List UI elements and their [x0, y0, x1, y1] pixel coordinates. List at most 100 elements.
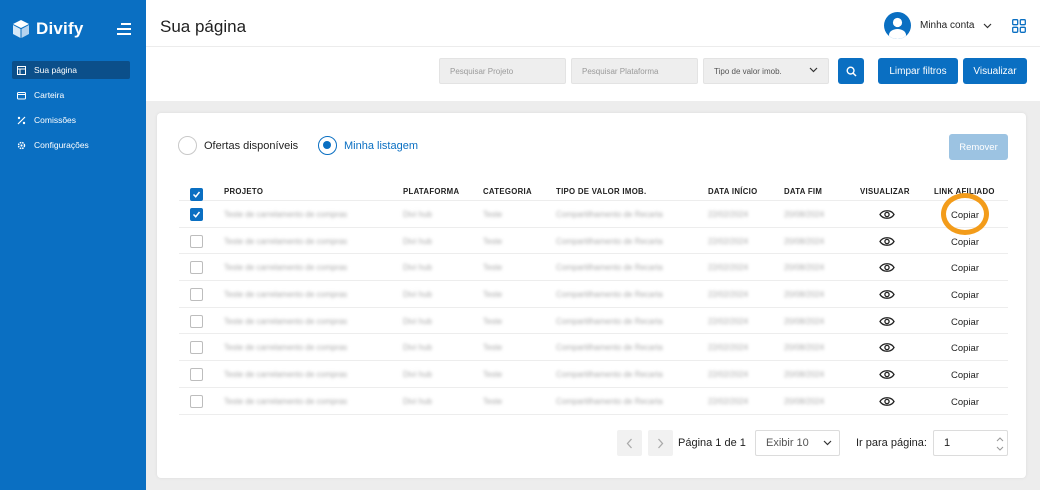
- copy-link-button[interactable]: Copiar: [951, 237, 979, 248]
- apps-grid-icon[interactable]: [1012, 19, 1026, 33]
- row-checkbox[interactable]: [190, 394, 203, 408]
- col-plataforma: PLATAFORMA: [403, 187, 460, 196]
- radio-label: Ofertas disponíveis: [204, 139, 299, 152]
- sidebar: Divify Sua página Carteira Comissões Con…: [0, 0, 146, 490]
- row-checkbox[interactable]: [190, 314, 203, 328]
- cell-categoria: Teste: [483, 343, 503, 353]
- gear-icon: [17, 141, 26, 150]
- clear-filters-button[interactable]: Limpar filtros: [878, 58, 958, 84]
- col-data-fim: DATA FIM: [784, 187, 823, 196]
- radio-available-offers[interactable]: Ofertas disponíveis: [178, 136, 298, 155]
- stepper-arrows-icon[interactable]: [996, 435, 1004, 453]
- cell-data-fim: 20/08/2024: [784, 236, 825, 246]
- copy-link-button[interactable]: Copiar: [951, 370, 979, 381]
- next-page-button[interactable]: [648, 430, 673, 456]
- table-row: Teste de carrelamento de compras Divi hub…: [179, 228, 1008, 255]
- cell-data-inicio: 22/02/2024: [708, 396, 749, 406]
- copy-link-button[interactable]: Copiar: [951, 263, 979, 274]
- cell-plataforma: Divi hub: [403, 370, 432, 380]
- cell-data-inicio: 22/02/2024: [708, 210, 749, 219]
- cell-projeto: Teste de carrelamento de compras: [224, 316, 348, 326]
- cell-plataforma: Divi hub: [403, 343, 432, 353]
- eye-icon[interactable]: [879, 209, 895, 220]
- table-row: Teste de carrelamento de compras Divi hub…: [179, 281, 1008, 308]
- cell-data-fim: 20/08/2024: [784, 290, 825, 300]
- sidebar-item-label: Sua página: [34, 65, 78, 75]
- filter-bar: Tipo de valor imob. Limpar filtros Visua…: [146, 47, 1040, 101]
- copy-link-button[interactable]: Copiar: [951, 317, 979, 328]
- cell-categoria: Teste: [483, 210, 503, 219]
- goto-page-input[interactable]: 1: [933, 430, 1008, 456]
- cell-categoria: Teste: [483, 370, 503, 380]
- cell-projeto: Teste de carrelamento de compras: [224, 290, 348, 300]
- sidebar-item-carteira[interactable]: Carteira: [12, 86, 130, 104]
- view-button[interactable]: Visualizar: [963, 58, 1027, 84]
- sidebar-item-sua-pagina[interactable]: Sua página: [12, 61, 130, 79]
- copy-link-button[interactable]: Copiar: [951, 343, 979, 354]
- cell-data-inicio: 22/02/2024: [708, 236, 749, 246]
- copy-link-button[interactable]: Copiar: [951, 210, 979, 221]
- cell-projeto: Teste de carrelamento de compras: [224, 236, 348, 246]
- menu-toggle-icon[interactable]: [117, 23, 131, 35]
- cell-tipo: Compartilhamento de Recarta: [556, 210, 663, 219]
- radio-label: Minha listagem: [344, 139, 418, 152]
- cell-data-fim: 20/08/2024: [784, 370, 825, 380]
- cell-data-fim: 20/08/2024: [784, 210, 825, 219]
- prev-page-button[interactable]: [617, 430, 642, 456]
- cell-categoria: Teste: [483, 396, 503, 406]
- eye-icon[interactable]: [879, 369, 895, 380]
- row-checkbox[interactable]: [190, 288, 203, 302]
- cell-data-inicio: 22/02/2024: [708, 263, 749, 273]
- row-checkbox[interactable]: [190, 341, 203, 355]
- search-project-input[interactable]: [439, 58, 566, 84]
- row-checkbox[interactable]: [190, 261, 203, 275]
- cell-projeto: Teste de carrelamento de compras: [224, 263, 348, 273]
- table-row: Teste de carrelamento de compras Divi hub…: [179, 308, 1008, 335]
- sidebar-item-label: Carteira: [34, 90, 65, 100]
- copy-link-button[interactable]: Copiar: [951, 290, 979, 301]
- value-type-label: Tipo de valor imob.: [714, 66, 782, 76]
- cell-projeto: Teste de carrelamento de compras: [224, 343, 348, 353]
- col-categoria: CATEGORIA: [483, 187, 532, 196]
- logo[interactable]: Divify: [12, 19, 84, 39]
- per-page-select[interactable]: Exibir 10: [755, 430, 840, 456]
- listing-table: PROJETO PLATAFORMA CATEGORIA TIPO DE VAL…: [179, 181, 1008, 415]
- eye-icon[interactable]: [879, 342, 895, 353]
- eye-icon[interactable]: [879, 316, 895, 327]
- row-checkbox[interactable]: [190, 234, 203, 248]
- cell-data-inicio: 22/02/2024: [708, 316, 749, 326]
- percent-icon: [17, 116, 26, 125]
- cell-plataforma: Divi hub: [403, 236, 432, 246]
- cell-tipo: Compartilhamento de Recarta: [556, 290, 663, 300]
- dashboard-icon: [17, 65, 26, 75]
- avatar: [884, 12, 911, 39]
- logo-cube-icon: [13, 20, 29, 38]
- eye-icon[interactable]: [879, 262, 895, 273]
- col-visualizar: VISUALIZAR: [860, 187, 910, 196]
- account-menu[interactable]: Minha conta: [884, 12, 992, 39]
- cell-data-fim: 20/08/2024: [784, 343, 825, 353]
- chevron-down-icon: [809, 67, 818, 73]
- eye-icon[interactable]: [879, 236, 895, 247]
- eye-icon[interactable]: [879, 289, 895, 300]
- select-all-checkbox[interactable]: [190, 188, 203, 201]
- eye-icon[interactable]: [879, 396, 895, 407]
- page-title: Sua página: [160, 17, 247, 36]
- row-checkbox[interactable]: [190, 208, 203, 221]
- search-button[interactable]: [838, 58, 864, 84]
- table-row: Teste de carrelamento de compras Divi hub…: [179, 254, 1008, 282]
- sidebar-item-configuracoes[interactable]: Configurações: [12, 136, 130, 154]
- search-platform-input[interactable]: [571, 58, 698, 84]
- value-type-select[interactable]: Tipo de valor imob.: [703, 58, 829, 84]
- wallet-icon: [17, 91, 26, 100]
- radio-my-listing[interactable]: Minha listagem: [318, 136, 418, 155]
- remove-button[interactable]: Remover: [949, 134, 1008, 160]
- table-header: PROJETO PLATAFORMA CATEGORIA TIPO DE VAL…: [179, 181, 1008, 201]
- sidebar-item-comissoes[interactable]: Comissões: [12, 111, 130, 129]
- copy-link-button[interactable]: Copiar: [951, 397, 979, 408]
- cell-projeto: Teste de carrelamento de compras: [224, 210, 348, 219]
- chevron-right-icon: [658, 438, 664, 448]
- row-checkbox[interactable]: [190, 368, 203, 382]
- cell-plataforma: Divi hub: [403, 263, 432, 273]
- cell-categoria: Teste: [483, 290, 503, 300]
